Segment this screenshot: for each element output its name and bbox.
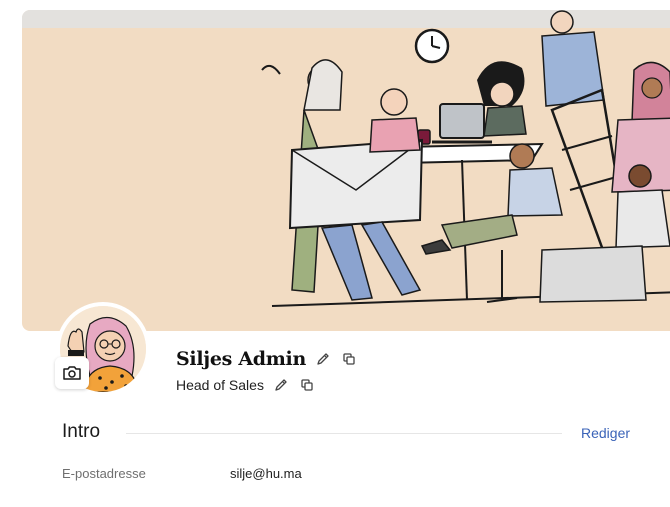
profile-title-row: Head of Sales [176, 376, 316, 394]
pencil-icon[interactable] [314, 350, 332, 368]
profile-name: Siljes Admin [176, 348, 306, 370]
pencil-icon[interactable] [272, 376, 290, 394]
change-photo-button[interactable] [55, 357, 89, 389]
email-field-label: E-postadresse [62, 466, 146, 481]
edit-intro-link[interactable]: Rediger [581, 425, 630, 441]
copy-icon[interactable] [298, 376, 316, 394]
cover-image [22, 10, 670, 331]
section-divider [126, 433, 562, 434]
copy-icon[interactable] [340, 350, 358, 368]
camera-icon [62, 365, 82, 381]
job-title: Head of Sales [176, 377, 264, 393]
email-field-value: silje@hu.ma [230, 466, 302, 481]
profile-name-row: Siljes Admin [176, 348, 358, 370]
cover-illustration [261, 10, 670, 307]
intro-heading: Intro [62, 421, 101, 442]
